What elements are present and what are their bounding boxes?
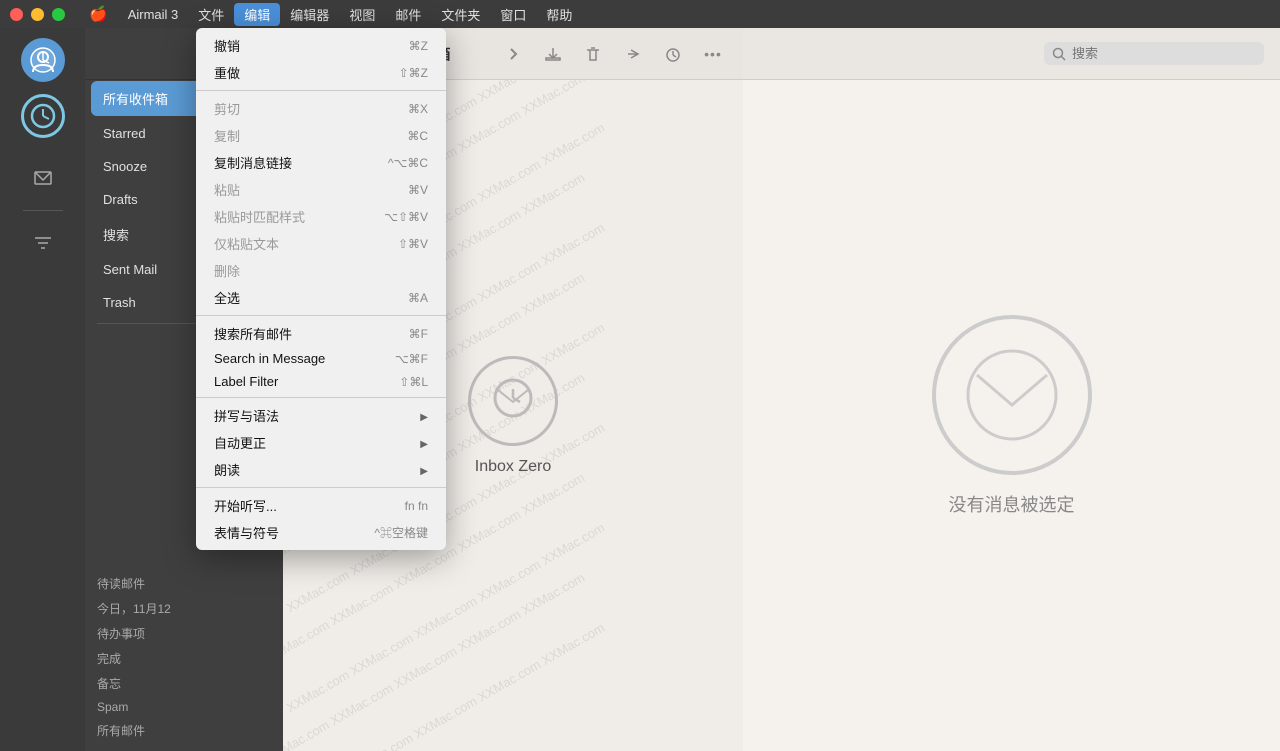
bottom-unread[interactable]: 待读邮件: [85, 571, 283, 596]
menu-sep-1: [196, 90, 446, 91]
no-message-label: 没有消息被选定: [949, 491, 1075, 517]
detail-toolbar: [743, 28, 1280, 80]
sidebar: [0, 28, 85, 751]
search-icon: [1052, 47, 1066, 61]
menu-search-all[interactable]: 搜索所有邮件 ⌘F: [198, 320, 444, 347]
detail-content: 没有消息被选定: [743, 80, 1280, 751]
menu-speech[interactable]: 朗读: [198, 456, 444, 483]
menu-autocorrect[interactable]: 自动更正: [198, 429, 444, 456]
menu-editor[interactable]: 编辑器: [280, 3, 339, 26]
more-button[interactable]: •••: [699, 40, 727, 68]
close-button[interactable]: [10, 8, 23, 21]
menu-spelling[interactable]: 拼写与语法: [198, 402, 444, 429]
minimize-button[interactable]: [31, 8, 44, 21]
maximize-button[interactable]: [52, 8, 65, 21]
menu-mail[interactable]: 邮件: [385, 3, 431, 26]
bottom-notes[interactable]: 备忘: [85, 671, 283, 696]
detail-panel: 没有消息被选定: [743, 28, 1280, 751]
menu-edit[interactable]: 编辑: [234, 3, 280, 26]
menu-paste[interactable]: 粘贴 ⌘V: [198, 176, 444, 203]
snooze-button[interactable]: [659, 40, 687, 68]
bottom-all-mail[interactable]: 所有邮件: [85, 718, 283, 743]
main-layout: 所有收件箱 Starred Snooze Drafts 搜索 Sent Mail…: [0, 28, 1280, 751]
nav-back-button[interactable]: [499, 40, 527, 68]
menu-help[interactable]: 帮助: [536, 3, 582, 26]
trash-button[interactable]: [579, 40, 607, 68]
titlebar: 🍎 Airmail 3 文件 编辑 编辑器 视图 邮件 文件夹 窗口 帮助: [0, 0, 1280, 28]
sidebar-icons: [21, 156, 65, 265]
menu-sep-4: [196, 487, 446, 488]
folder-bottom: 待读邮件 今日，11月12 待办事项 完成 备忘 Spam 所有邮件: [85, 563, 283, 751]
menu-sep-2: [196, 315, 446, 316]
inbox-zero-label: Inbox Zero: [475, 458, 551, 476]
menu-bar: 🍎 Airmail 3 文件 编辑 编辑器 视图 邮件 文件夹 窗口 帮助: [79, 3, 1270, 26]
forward-button[interactable]: [619, 40, 647, 68]
menu-app-name[interactable]: Airmail 3: [118, 5, 189, 24]
filter-icon[interactable]: [21, 221, 65, 265]
sidebar-divider-1: [23, 210, 63, 211]
compose-icon[interactable]: [21, 156, 65, 200]
menu-window[interactable]: 窗口: [490, 3, 536, 26]
menu-copy[interactable]: 复制 ⌘C: [198, 122, 444, 149]
menu-sep-3: [196, 397, 446, 398]
search-bar[interactable]: [1044, 42, 1264, 65]
menu-file[interactable]: 文件: [188, 3, 234, 26]
apple-logo[interactable]: 🍎: [79, 5, 118, 23]
avatar[interactable]: [21, 38, 65, 82]
menu-paste-text[interactable]: 仅粘贴文本 ⇧⌘V: [198, 230, 444, 257]
menu-emoji[interactable]: 表情与符号 ^⌘空格键: [198, 519, 444, 546]
download-button[interactable]: [539, 40, 567, 68]
traffic-lights: [10, 8, 65, 21]
bottom-todo[interactable]: 待办事项: [85, 621, 283, 646]
inbox-zero-icon: [468, 356, 558, 446]
menu-search-message[interactable]: Search in Message ⌥⌘F: [198, 347, 444, 370]
menu-view[interactable]: 视图: [339, 3, 385, 26]
menu-redo[interactable]: 重做 ⇧⌘Z: [198, 59, 444, 86]
menu-select-all[interactable]: 全选 ⌘A: [198, 284, 444, 311]
edit-menu-dropdown: 撤销 ⌘Z 重做 ⇧⌘Z 剪切 ⌘X 复制 ⌘C 复制消息链接 ^⌥⌘C 粘贴 …: [196, 28, 446, 550]
bottom-today[interactable]: 今日，11月12: [85, 596, 283, 621]
menu-delete[interactable]: 删除: [198, 257, 444, 284]
menu-label-filter[interactable]: Label Filter ⇧⌘L: [198, 370, 444, 393]
bottom-spam[interactable]: Spam: [85, 696, 283, 718]
menu-copy-link[interactable]: 复制消息链接 ^⌥⌘C: [198, 149, 444, 176]
menu-undo[interactable]: 撤销 ⌘Z: [198, 32, 444, 59]
menu-paste-match[interactable]: 粘贴时匹配样式 ⌥⇧⌘V: [198, 203, 444, 230]
no-message-icon: [932, 315, 1092, 475]
menu-cut[interactable]: 剪切 ⌘X: [198, 95, 444, 122]
clock-icon[interactable]: [21, 94, 65, 138]
search-input[interactable]: [1072, 46, 1252, 61]
menu-folder[interactable]: 文件夹: [431, 3, 490, 26]
bottom-done[interactable]: 完成: [85, 646, 283, 671]
menu-dictation[interactable]: 开始听写... fn fn: [198, 492, 444, 519]
